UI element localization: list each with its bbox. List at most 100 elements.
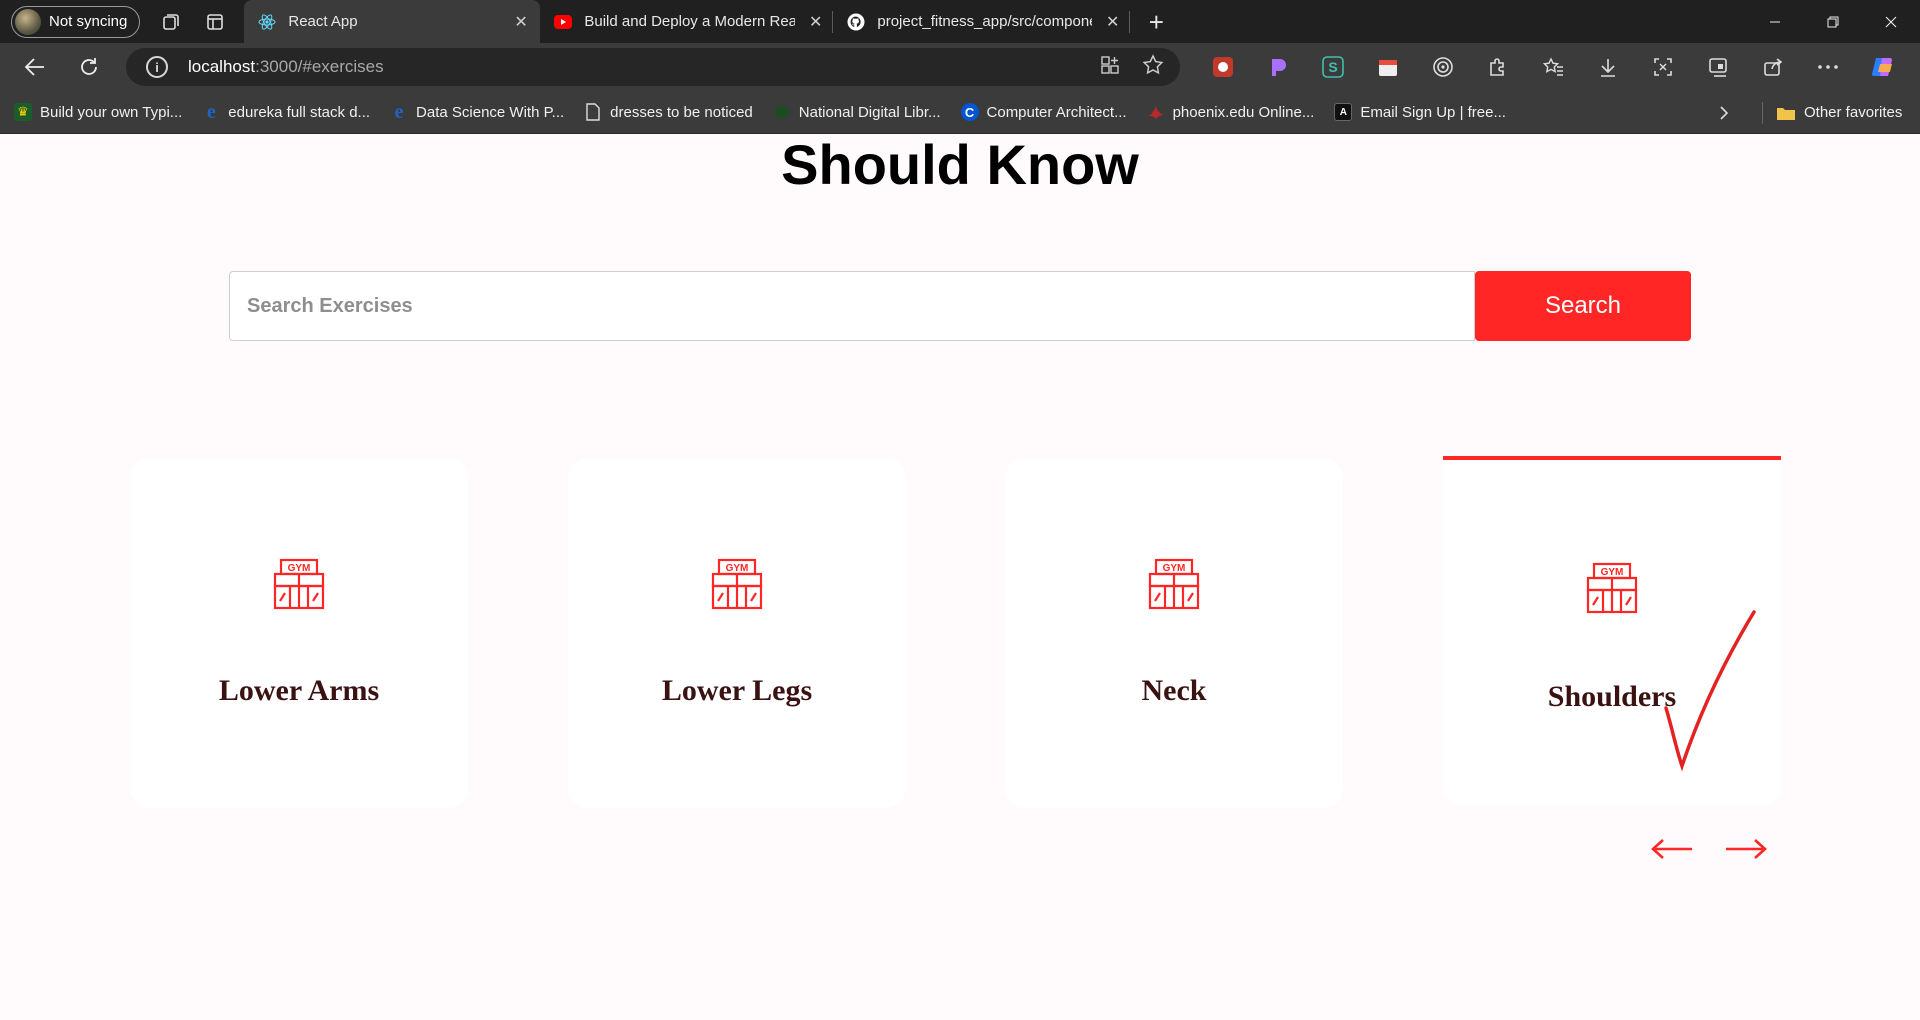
tab-title: Build and Deploy a Modern React <box>584 13 795 30</box>
tab-react-app[interactable]: React App ✕ <box>244 0 541 43</box>
bookmark-label: dresses to be noticed <box>610 103 753 121</box>
url-text[interactable]: localhost:3000/#exercises <box>188 57 384 77</box>
bookmark-item[interactable]: National Digital Libr... <box>773 103 941 121</box>
body-part-label: Neck <box>1141 674 1207 707</box>
svg-text:GYM: GYM <box>288 563 311 574</box>
window-controls <box>1746 0 1920 43</box>
body-part-card[interactable]: GYM Lower Legs <box>568 458 906 808</box>
collections-icon[interactable] <box>1690 43 1745 91</box>
profile-button[interactable]: Not syncing <box>11 5 141 38</box>
bookmark-item[interactable]: e Data Science With P... <box>390 100 565 123</box>
arrow-right-icon[interactable] <box>1724 837 1768 861</box>
divider <box>1762 102 1763 124</box>
gym-icon: GYM <box>711 558 763 610</box>
checkmark-annotation-icon <box>1664 610 1756 772</box>
close-tab-icon[interactable]: ✕ <box>514 12 527 32</box>
phoenix-icon <box>1147 103 1165 121</box>
favorites-icon[interactable] <box>1525 43 1580 91</box>
bookmark-label: National Digital Libr... <box>798 103 941 121</box>
other-favorites[interactable]: Other favorites <box>1776 91 1902 134</box>
restore-icon[interactable] <box>1804 0 1862 43</box>
extensions-area: S <box>1195 43 1910 91</box>
arrow-left-icon[interactable] <box>1650 837 1694 861</box>
minimize-icon[interactable] <box>1746 0 1804 43</box>
gym-icon: GYM <box>1148 558 1200 610</box>
bookmark-item[interactable]: e edureka full stack d... <box>202 100 371 123</box>
edureka-icon: e <box>394 100 404 123</box>
copilot-icon[interactable] <box>1855 43 1910 91</box>
chevron-right-icon[interactable] <box>1718 91 1730 134</box>
page-heading: Should Know <box>781 133 1139 196</box>
back-icon[interactable] <box>13 47 57 87</box>
tab-github[interactable]: project_fitness_app/src/compone ✕ <box>833 0 1129 43</box>
avatar <box>15 8 41 35</box>
edureka-icon: e <box>206 100 216 123</box>
github-icon <box>847 13 865 31</box>
refresh-icon[interactable] <box>67 47 111 87</box>
other-favorites-label: Other favorites <box>1804 104 1903 121</box>
tab-title: React App <box>288 13 358 30</box>
site-info-icon[interactable]: i <box>146 56 168 78</box>
extension-s-icon[interactable]: S <box>1305 43 1360 91</box>
close-window-icon[interactable] <box>1862 0 1920 43</box>
bookmark-label: Build your own Typi... <box>40 103 183 121</box>
address-bar[interactable]: i localhost:3000/#exercises <box>126 48 1180 86</box>
react-icon <box>258 13 276 31</box>
bookmark-item[interactable]: dresses to be noticed <box>584 103 753 121</box>
favorite-star-icon[interactable] <box>1142 53 1164 81</box>
bookmark-item[interactable]: A Email Sign Up | free... <box>1334 103 1506 121</box>
tab-divider <box>1129 10 1131 33</box>
url-host: localhost <box>188 57 256 76</box>
screenshot-icon[interactable] <box>1635 43 1690 91</box>
tab-strip: Not syncing React App ✕ Build and Deploy… <box>0 0 1920 43</box>
page-icon <box>584 103 602 121</box>
bookmark-label: Email Sign Up | free... <box>1360 103 1506 121</box>
tab-title: project_fitness_app/src/compone <box>877 13 1092 30</box>
gym-icon: GYM <box>273 558 325 610</box>
url-path: :3000/#exercises <box>255 57 384 76</box>
body-part-card[interactable]: GYM Neck <box>1005 458 1343 808</box>
email-icon: A <box>1334 103 1353 121</box>
page-content: Should Know Search GYM Lower Arms <box>0 133 1920 1020</box>
tab-youtube[interactable]: Build and Deploy a Modern React ✕ <box>540 0 832 43</box>
extension-target-icon[interactable] <box>1415 43 1470 91</box>
favorites-bar: ♛ Build your own Typi... e edureka full … <box>0 91 1920 134</box>
svg-text:GYM: GYM <box>1163 563 1186 574</box>
browser-toolbar: i localhost:3000/#exercises S <box>0 43 1920 91</box>
bookmark-label: phoenix.edu Online... <box>1172 103 1315 121</box>
globe-icon <box>773 103 791 121</box>
tab-actions-icon[interactable] <box>194 1 236 43</box>
extension-calendar-icon[interactable] <box>1360 43 1415 91</box>
bookmark-favicon: ♛ <box>14 103 32 121</box>
close-tab-icon[interactable]: ✕ <box>809 12 822 32</box>
extension-purple-icon[interactable] <box>1250 43 1305 91</box>
coursera-icon: C <box>960 103 979 121</box>
body-part-card[interactable]: GYM Lower Arms <box>130 458 468 808</box>
bookmark-item[interactable]: ♛ Build your own Typi... <box>14 103 182 121</box>
more-menu-icon[interactable] <box>1800 43 1855 91</box>
new-tab-button[interactable]: + <box>1136 9 1176 35</box>
search-input[interactable] <box>229 271 1475 341</box>
youtube-icon <box>554 13 573 31</box>
body-part-label: Lower Arms <box>218 674 380 707</box>
svg-text:S: S <box>1328 59 1337 75</box>
extensions-puzzle-icon[interactable] <box>1470 43 1525 91</box>
bookmark-item[interactable]: phoenix.edu Online... <box>1147 103 1315 121</box>
downloads-icon[interactable] <box>1580 43 1635 91</box>
folder-icon <box>1776 105 1796 121</box>
app-available-icon[interactable] <box>1100 55 1120 80</box>
gym-icon: GYM <box>1586 562 1638 614</box>
close-tab-icon[interactable]: ✕ <box>1106 12 1119 32</box>
bookmark-label: Computer Architect... <box>986 103 1127 121</box>
search-button[interactable]: Search <box>1475 271 1691 341</box>
svg-text:GYM: GYM <box>726 563 749 574</box>
bookmark-label: edureka full stack d... <box>228 103 371 121</box>
bookmark-label: Data Science With P... <box>416 103 565 121</box>
body-part-label: Lower Legs <box>661 674 813 707</box>
share-icon[interactable] <box>1745 43 1800 91</box>
profile-label: Not syncing <box>49 13 128 30</box>
bookmark-item[interactable]: C Computer Architect... <box>960 103 1127 121</box>
svg-text:GYM: GYM <box>1601 567 1624 578</box>
workspaces-icon[interactable] <box>150 1 192 43</box>
extension-red-icon[interactable] <box>1195 43 1250 91</box>
